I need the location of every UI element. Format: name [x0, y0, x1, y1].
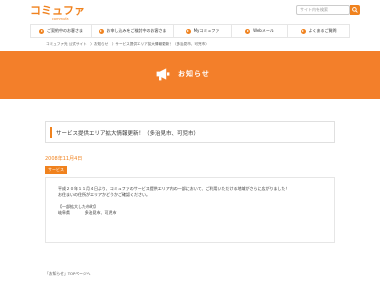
gnav-item-label: Myコミュファ: [193, 28, 220, 33]
article-date: 2008年11月4日: [45, 156, 83, 162]
gnav-item-label: よくあるご質問: [308, 28, 337, 33]
search-icon: [352, 7, 358, 13]
page-title: お知らせ: [178, 70, 210, 78]
area-row: 岐阜県 多治見市、可児市: [58, 210, 322, 216]
gnav-item-my-commufa[interactable]: Myコミュファ: [174, 25, 232, 37]
arrow-circle-icon: [245, 28, 251, 34]
site-header: コミュファ commufa サイト内を検索: [0, 0, 380, 24]
back-to-news-top-link[interactable]: 「お知らせ」TOPページへ: [45, 271, 90, 277]
arrow-circle-icon: [185, 28, 191, 34]
arrow-circle-icon: [98, 28, 104, 34]
search-button[interactable]: [350, 5, 360, 15]
logo-text: コミュファ: [30, 4, 85, 17]
article-title-box: サービス提供エリア拡大情報更新！（多治見市、可児市）: [45, 121, 335, 143]
category-badge: サービス: [45, 166, 67, 174]
gnav-item-prospective-customers[interactable]: お申し込みをご検討中のお客さま: [92, 25, 174, 37]
megaphone-icon: [156, 68, 170, 81]
gnav-item-label: Webメール: [253, 28, 274, 33]
arrow-circle-icon: [300, 28, 306, 34]
article-title: サービス提供エリア拡大情報更新！（多治見市、可児市）: [56, 131, 200, 137]
area-prefecture: 岐阜県: [58, 210, 70, 215]
gnav-item-label: お申し込みをご検討中のお客さま: [106, 28, 167, 33]
logo-subtext: commufa: [52, 17, 69, 21]
arrow-circle-icon: [39, 28, 44, 34]
breadcrumb[interactable]: コミュファ光 公式サイト 〉お知らせ 〉サービス提供エリア拡大情報更新！（多治見…: [46, 42, 209, 47]
search-input[interactable]: サイト内を検索: [296, 5, 350, 15]
page-banner: お知らせ: [0, 51, 380, 99]
gnav-item-faq[interactable]: よくあるご質問: [288, 25, 350, 37]
gnav-item-webmail[interactable]: Webメール: [232, 25, 288, 37]
article-body: 平成２０年１１月４日より、コミュファのサービス提供エリア内の一部において、ご利用…: [45, 177, 335, 243]
gnav-item-label: ご契約中のお客さま: [47, 28, 83, 33]
gnav-item-current-customers[interactable]: ご契約中のお客さま: [30, 25, 92, 37]
area-cities: 多治見市、可児市: [84, 210, 117, 215]
title-accent-bar: [50, 127, 52, 138]
site-logo[interactable]: コミュファ commufa: [30, 4, 85, 21]
global-nav: ご契約中のお客さま お申し込みをご検討中のお客さま Myコミュファ Webメール…: [30, 24, 350, 38]
